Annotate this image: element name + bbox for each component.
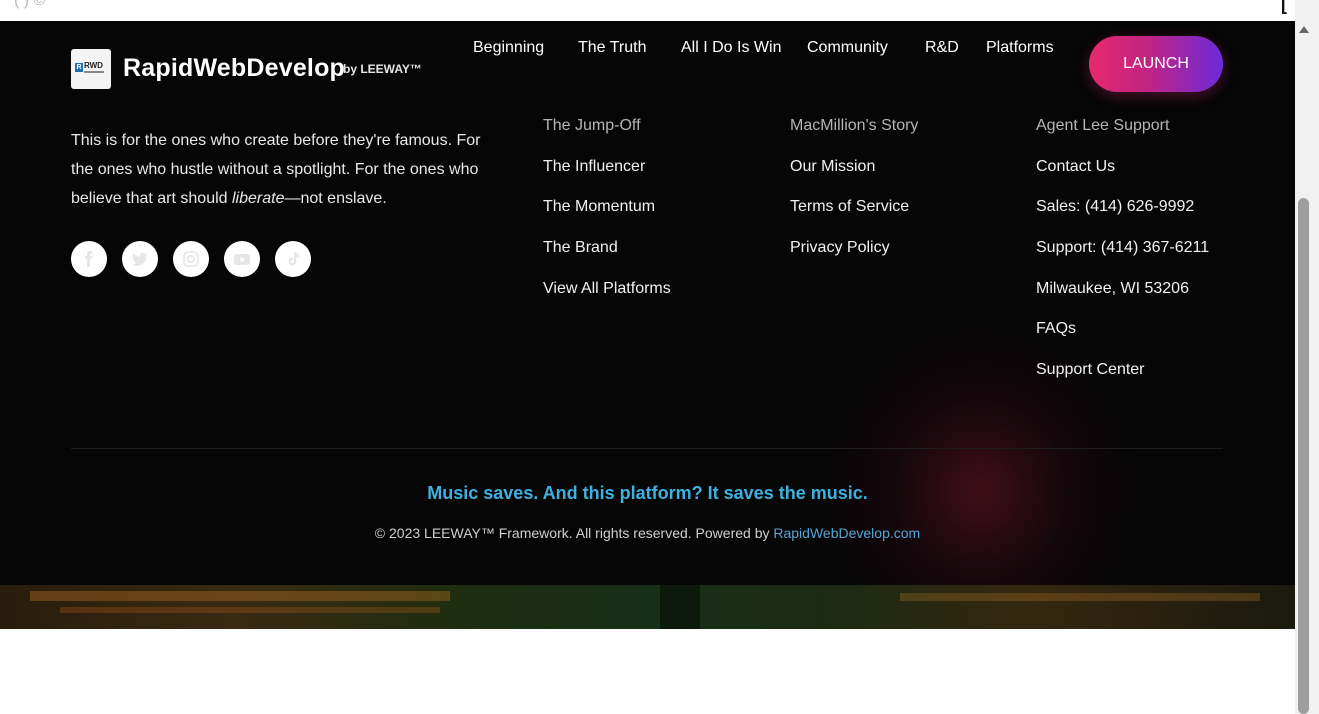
site-footer: R RWD RapidWebDevelop by LEEWAY™ Beginni… <box>0 21 1295 585</box>
footer-link-contact-us[interactable]: Contact Us <box>1036 157 1209 198</box>
footer-link-macmillions-story[interactable]: MacMillion's Story <box>790 116 918 157</box>
nav-community[interactable]: Community <box>807 39 888 57</box>
footer-link-agent-lee-support[interactable]: Agent Lee Support <box>1036 116 1209 157</box>
bracket-glyph: [ <box>1281 0 1287 14</box>
photo-detail <box>30 591 450 601</box>
footer-support-phone[interactable]: Support: (414) 367-6211 <box>1036 238 1209 279</box>
photo-detail <box>660 585 700 629</box>
background-photo-strip <box>0 585 1295 629</box>
footer-column-platforms: The Jump-Off The Influencer The Momentum… <box>543 116 671 319</box>
powered-by-link[interactable]: RapidWebDevelop.com <box>773 525 920 541</box>
copyright-line: © 2023 LEEWAY™ Framework. All rights res… <box>0 525 1295 541</box>
footer-tagline: Music saves. And this platform? It saves… <box>427 483 868 503</box>
nav-all-i-do-is-win[interactable]: All I Do Is Win <box>681 39 781 57</box>
twitter-icon <box>132 252 148 266</box>
facebook-link[interactable] <box>71 241 107 277</box>
footer-link-support-center[interactable]: Support Center <box>1036 360 1209 401</box>
brand-byline: by LEEWAY™ <box>343 62 422 76</box>
logo-underline <box>84 71 104 73</box>
footer-divider <box>71 448 1223 449</box>
facebook-icon <box>85 251 93 267</box>
footer-header: R RWD RapidWebDevelop by LEEWAY™ Beginni… <box>0 21 1295 121</box>
tiktok-icon <box>288 252 300 266</box>
about-text-end: —not enslave. <box>284 190 387 207</box>
footer-link-terms-of-service[interactable]: Terms of Service <box>790 197 918 238</box>
logo-text: RWD <box>84 61 103 70</box>
instagram-icon <box>183 251 199 267</box>
brand-logo[interactable]: R RWD <box>71 49 111 89</box>
launch-button[interactable]: LAUNCH <box>1089 36 1223 92</box>
instagram-link[interactable] <box>173 241 209 277</box>
scrollbar-thumb[interactable] <box>1298 198 1309 714</box>
page-scrollbar[interactable] <box>1295 0 1319 714</box>
footer-column-about: MacMillion's Story Our Mission Terms of … <box>790 116 918 279</box>
footer-link-influencer[interactable]: The Influencer <box>543 157 671 198</box>
footer-column-support: Agent Lee Support Contact Us Sales: (414… <box>1036 116 1209 401</box>
copyright-text: © 2023 LEEWAY™ Framework. All rights res… <box>374 525 774 541</box>
photo-detail <box>60 607 440 613</box>
youtube-link[interactable] <box>224 241 260 277</box>
scroll-up-arrow-icon[interactable] <box>1299 26 1309 33</box>
photo-detail <box>900 593 1260 601</box>
faded-text-fragment: ( ) © <box>14 0 46 9</box>
tiktok-link[interactable] <box>275 241 311 277</box>
footer-link-our-mission[interactable]: Our Mission <box>790 157 918 198</box>
top-page-strip: ( ) © [ <box>0 0 1295 21</box>
about-emphasis: liberate <box>232 190 285 207</box>
footer-link-brand[interactable]: The Brand <box>543 238 671 279</box>
nav-beginning[interactable]: Beginning <box>473 39 544 57</box>
youtube-icon <box>234 254 250 265</box>
footer-link-faqs[interactable]: FAQs <box>1036 319 1209 360</box>
logo-r-mark: R <box>75 63 83 72</box>
footer-link-privacy-policy[interactable]: Privacy Policy <box>790 238 918 279</box>
brand-name[interactable]: RapidWebDevelop <box>123 54 345 83</box>
about-blurb: This is for the ones who create before t… <box>71 126 491 213</box>
nav-platforms[interactable]: Platforms <box>986 39 1054 57</box>
twitter-link[interactable] <box>122 241 158 277</box>
footer-link-view-all-platforms[interactable]: View All Platforms <box>543 279 671 320</box>
footer-link-momentum[interactable]: The Momentum <box>543 197 671 238</box>
footer-link-jump-off[interactable]: The Jump-Off <box>543 116 671 157</box>
nav-r-and-d[interactable]: R&D <box>925 39 959 57</box>
footer-address: Milwaukee, WI 53206 <box>1036 279 1189 297</box>
footer-sales-phone[interactable]: Sales: (414) 626-9992 <box>1036 197 1209 238</box>
nav-the-truth[interactable]: The Truth <box>578 39 646 57</box>
